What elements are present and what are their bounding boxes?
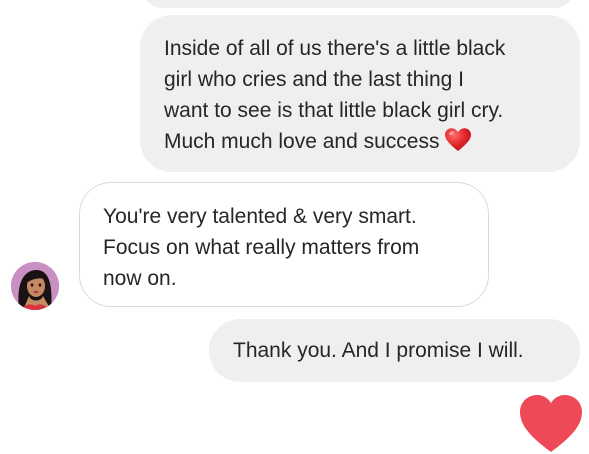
sent-message-bubble[interactable]: Thank you. And I promise I will. [209,319,580,382]
message-text-line: Focus on what really matters from [103,236,420,259]
heart-like-icon[interactable] [518,394,584,454]
message-text: Much much love and success [164,130,440,153]
heart-emoji-icon [445,128,472,151]
avatar[interactable] [11,262,59,310]
message-text-line: Inside of all of us there's a little bla… [164,37,506,60]
message-text-line: Thank you. And I promise I will. [233,339,524,362]
message-text-line: girl who cries and the last thing I [164,68,464,91]
avatar-image [11,262,59,310]
received-message-bubble[interactable]: You're very talented & very smart. Focus… [79,182,489,307]
previous-message-bubble[interactable] [143,0,574,8]
message-text-line: want to see is that little black girl cr… [164,99,504,122]
message-text-line: now on. [103,267,177,290]
message-text-line: You're very talented & very smart. [103,205,417,228]
sent-message-bubble[interactable]: Inside of all of us there's a little bla… [140,15,580,172]
message-text-line-last: Much much love and success [164,126,558,157]
